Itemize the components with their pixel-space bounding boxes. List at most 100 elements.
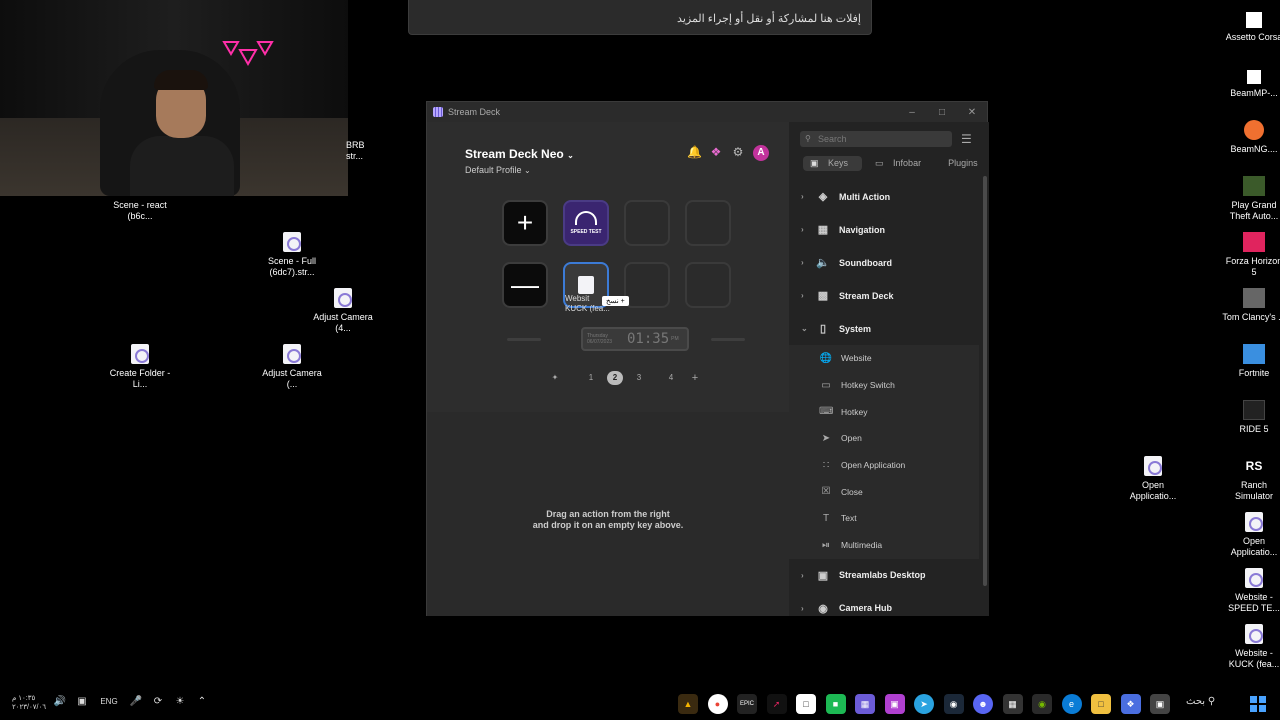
chrome-icon[interactable]: ● [707, 694, 728, 714]
steam-icon[interactable]: ◉ [943, 694, 964, 714]
dial-left[interactable] [507, 337, 541, 341]
edge-icon[interactable]: e [1061, 694, 1082, 714]
drag-copy-tag: نسخ + [602, 296, 629, 306]
action-website[interactable]: 🌐 Website [789, 345, 979, 372]
tab-infobar[interactable]: ▭ Infobar [868, 156, 935, 171]
window-app-icon[interactable]: ▣ [1150, 694, 1170, 714]
telegram-icon[interactable]: ➤ [914, 694, 934, 714]
copilot-icon[interactable]: ❖ [1120, 694, 1141, 714]
desktop-icon-forza[interactable]: Forza Horizon 5 [1222, 232, 1280, 278]
action-text[interactable]: T Text [789, 505, 979, 532]
speedometer-icon [575, 211, 597, 225]
page-2[interactable]: 2 [607, 371, 623, 385]
rockstar-icon[interactable]: ➚ [766, 694, 787, 714]
chevron-up-icon[interactable]: ⌃ [194, 696, 210, 707]
marketplace-icon[interactable]: ❖ [709, 145, 723, 159]
category-stream-deck[interactable]: › ▩ Stream Deck [789, 279, 979, 312]
desktop-icon-create-folder[interactable]: Create Folder - Li... [105, 344, 175, 390]
category-streamlabs[interactable]: › ▣ Streamlabs Desktop [789, 559, 979, 592]
action-hotkey[interactable]: ⌨ Hotkey [789, 398, 979, 425]
tab-plugins[interactable]: Plugins [941, 156, 985, 171]
desktop-icon-label: Scene - react (b6c... [113, 200, 167, 221]
desktop-icon-beamng[interactable]: BeamNG.... [1222, 120, 1280, 155]
desktop-icon-open-application[interactable]: Open Applicatio... [1118, 456, 1188, 502]
desktop-icon-website-speed-test[interactable]: Website - SPEED TE... [1222, 568, 1280, 614]
category-soundboard[interactable]: › 🔈 Soundboard [789, 246, 979, 279]
nvidia-icon[interactable]: ◉ [1032, 694, 1052, 714]
sync-icon[interactable]: ⟳ [150, 696, 166, 707]
document-icon[interactable]: □ [796, 694, 816, 714]
pin-icon[interactable]: ✦ [547, 371, 563, 385]
volume-icon[interactable]: 🔊 [52, 696, 68, 707]
bell-icon[interactable]: 🔔 [687, 145, 702, 159]
profile-selector[interactable]: Default Profile ⌄ [465, 165, 531, 175]
folder-icon[interactable]: □ [1091, 694, 1111, 714]
action-hotkey-switch[interactable]: ▭ Hotkey Switch [789, 372, 979, 399]
desktop-icon-ranch-simulator[interactable]: RS Ranch Simulator [1222, 456, 1280, 502]
language-indicator[interactable]: ENG [96, 697, 122, 706]
maximize-icon[interactable]: □ [927, 107, 957, 118]
epic-games-icon[interactable]: EPIC [737, 694, 757, 714]
desktop-icon-website-kuck[interactable]: Website - KUCK (fea... [1222, 624, 1280, 670]
store-icon[interactable]: ▦ [1002, 694, 1023, 714]
key-empty[interactable] [624, 262, 670, 308]
desktop-icon-scene-react[interactable]: Scene - react (b6c... [105, 184, 175, 222]
warning-app-icon[interactable]: ▲ [678, 694, 698, 714]
tab-keys[interactable]: ▣ Keys [803, 156, 863, 171]
category-camera-hub[interactable]: › ◉ Camera Hub [789, 592, 979, 625]
clock[interactable]: ١٠:٣٥ م ٢٠٢٣/٠٧/٠٦ [12, 694, 48, 712]
page-3[interactable]: 3 [631, 371, 647, 385]
camera-icon: ◉ [818, 602, 828, 615]
stream-deck-taskbar-icon[interactable]: ▦ [855, 694, 875, 714]
profile-name: Default Profile [465, 165, 522, 175]
microphone-icon[interactable]: 🎤 [128, 696, 144, 707]
brb-label[interactable]: BRB str... [346, 140, 376, 162]
brightness-icon[interactable]: ☀ [172, 696, 188, 707]
desktop-icon-open-application-2[interactable]: Open Applicatio... [1222, 512, 1280, 558]
category-system[interactable]: ⌄ ▯ System [789, 312, 979, 345]
key-page-previous[interactable]: — [502, 262, 548, 308]
desktop-icon-fortnite[interactable]: Fortnite [1222, 344, 1280, 379]
minimize-icon[interactable]: – [897, 107, 927, 118]
panel-scrollbar[interactable] [983, 176, 987, 586]
category-navigation[interactable]: › ▦ Navigation [789, 213, 979, 246]
dial-right[interactable] [711, 337, 745, 341]
page-4[interactable]: 4 [663, 371, 679, 385]
windows-start-icon[interactable] [1250, 696, 1266, 712]
search-input[interactable]: ⚲ Search [800, 131, 952, 147]
action-close[interactable]: ☒ Close [789, 478, 979, 505]
share-drop-banner[interactable]: إفلات هنا لمشاركة أو نقل أو إجراء المزيد [408, 0, 872, 35]
key-empty[interactable] [685, 262, 731, 308]
action-open[interactable]: ➤ Open [789, 425, 979, 452]
device-selector[interactable]: Stream Deck Neo ⌄ [465, 147, 574, 161]
action-multimedia[interactable]: ⏯ Multimedia [789, 532, 979, 559]
desktop-icon-ride5[interactable]: RIDE 5 [1222, 400, 1280, 435]
infobar[interactable]: Thursday 06/07/2023 01:35 PM [581, 327, 689, 351]
list-view-icon[interactable]: ☰ [961, 132, 972, 146]
rocket-icon: ➤ [821, 432, 831, 444]
desktop-icon-tom-clancy[interactable]: Tom Clancy's ... [1222, 288, 1280, 323]
close-icon[interactable]: ✕ [957, 107, 987, 118]
discord-icon[interactable]: ☻ [973, 694, 993, 714]
gear-icon[interactable]: ⚙ [731, 145, 745, 159]
taskbar-search[interactable]: ⚲ بحث [1186, 696, 1215, 707]
avatar[interactable]: A [753, 145, 769, 161]
key-empty[interactable] [685, 200, 731, 246]
desktop-icon-scene-full[interactable]: Scene - Full (6dc7).str... [257, 232, 327, 278]
action-open-application[interactable]: ∷ Open Application [789, 452, 979, 479]
key-empty[interactable] [624, 200, 670, 246]
desktop-icon-adjust-camera-1[interactable]: Adjust Camera (4... [308, 288, 378, 334]
key-page-next[interactable]: + [502, 200, 548, 246]
desktop-icon-beammp[interactable]: BeamMP-... [1222, 70, 1280, 99]
page-1[interactable]: 1 [583, 371, 599, 385]
add-page-icon[interactable]: + [687, 371, 703, 385]
key-speed-test[interactable]: SPEED TEST [563, 200, 609, 246]
category-multi-action[interactable]: › ◈ Multi Action [789, 180, 979, 213]
streamlabs-taskbar-icon[interactable]: ▣ [884, 694, 905, 714]
title-bar[interactable]: Stream Deck – □ ✕ [427, 102, 987, 122]
capcut-icon[interactable]: ■ [825, 694, 846, 714]
display-icon[interactable]: ▣ [74, 696, 90, 707]
desktop-icon-adjust-camera-2[interactable]: Adjust Camera (... [257, 344, 327, 390]
desktop-icon-assetto-corsa[interactable]: Assetto Corsa [1222, 12, 1280, 43]
desktop-icon-gta[interactable]: Play Grand Theft Auto... [1222, 176, 1280, 222]
